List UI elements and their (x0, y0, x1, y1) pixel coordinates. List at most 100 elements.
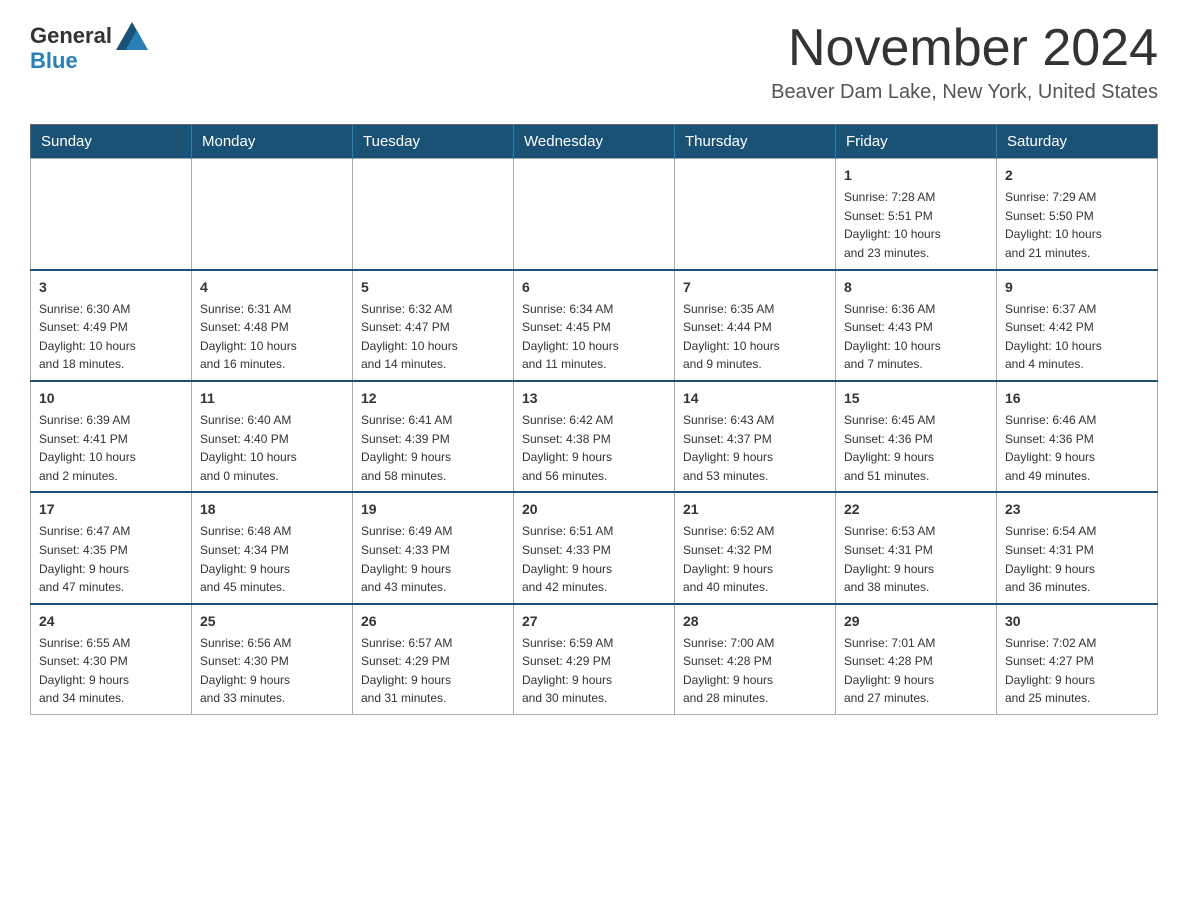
calendar-cell (514, 159, 675, 270)
day-info: Sunrise: 6:30 AM Sunset: 4:49 PM Dayligh… (39, 300, 183, 374)
day-number: 11 (200, 388, 344, 409)
title-area: November 2024 Beaver Dam Lake, New York,… (771, 20, 1158, 104)
calendar-cell: 13Sunrise: 6:42 AM Sunset: 4:38 PM Dayli… (514, 381, 675, 492)
day-number: 13 (522, 388, 666, 409)
calendar-cell: 6Sunrise: 6:34 AM Sunset: 4:45 PM Daylig… (514, 270, 675, 381)
day-info: Sunrise: 6:40 AM Sunset: 4:40 PM Dayligh… (200, 411, 344, 485)
calendar-cell: 7Sunrise: 6:35 AM Sunset: 4:44 PM Daylig… (675, 270, 836, 381)
day-info: Sunrise: 7:29 AM Sunset: 5:50 PM Dayligh… (1005, 188, 1149, 262)
calendar-cell: 24Sunrise: 6:55 AM Sunset: 4:30 PM Dayli… (31, 604, 192, 715)
day-number: 5 (361, 277, 505, 298)
calendar-cell: 17Sunrise: 6:47 AM Sunset: 4:35 PM Dayli… (31, 492, 192, 603)
day-number: 15 (844, 388, 988, 409)
day-number: 14 (683, 388, 827, 409)
day-info: Sunrise: 6:49 AM Sunset: 4:33 PM Dayligh… (361, 522, 505, 596)
day-number: 20 (522, 499, 666, 520)
page-header: General Blue November 2024 Beaver Dam La… (30, 20, 1158, 104)
col-header-saturday: Saturday (997, 125, 1158, 159)
day-number: 26 (361, 611, 505, 632)
day-info: Sunrise: 6:56 AM Sunset: 4:30 PM Dayligh… (200, 634, 344, 708)
day-info: Sunrise: 6:54 AM Sunset: 4:31 PM Dayligh… (1005, 522, 1149, 596)
calendar-cell: 15Sunrise: 6:45 AM Sunset: 4:36 PM Dayli… (836, 381, 997, 492)
logo-icon (116, 20, 148, 52)
calendar-cell: 2Sunrise: 7:29 AM Sunset: 5:50 PM Daylig… (997, 159, 1158, 270)
calendar-header-row: SundayMondayTuesdayWednesdayThursdayFrid… (31, 125, 1158, 159)
calendar-week-3: 10Sunrise: 6:39 AM Sunset: 4:41 PM Dayli… (31, 381, 1158, 492)
day-number: 10 (39, 388, 183, 409)
day-number: 19 (361, 499, 505, 520)
day-info: Sunrise: 6:43 AM Sunset: 4:37 PM Dayligh… (683, 411, 827, 485)
calendar-cell: 28Sunrise: 7:00 AM Sunset: 4:28 PM Dayli… (675, 604, 836, 715)
col-header-thursday: Thursday (675, 125, 836, 159)
calendar-cell: 10Sunrise: 6:39 AM Sunset: 4:41 PM Dayli… (31, 381, 192, 492)
calendar-cell: 3Sunrise: 6:30 AM Sunset: 4:49 PM Daylig… (31, 270, 192, 381)
day-number: 8 (844, 277, 988, 298)
calendar-cell: 19Sunrise: 6:49 AM Sunset: 4:33 PM Dayli… (353, 492, 514, 603)
day-number: 24 (39, 611, 183, 632)
day-number: 16 (1005, 388, 1149, 409)
calendar-cell (675, 159, 836, 270)
calendar-cell (353, 159, 514, 270)
day-number: 25 (200, 611, 344, 632)
day-info: Sunrise: 6:53 AM Sunset: 4:31 PM Dayligh… (844, 522, 988, 596)
location-subtitle: Beaver Dam Lake, New York, United States (771, 81, 1158, 104)
day-number: 6 (522, 277, 666, 298)
calendar-week-2: 3Sunrise: 6:30 AM Sunset: 4:49 PM Daylig… (31, 270, 1158, 381)
col-header-sunday: Sunday (31, 125, 192, 159)
calendar-table: SundayMondayTuesdayWednesdayThursdayFrid… (30, 124, 1158, 715)
calendar-cell: 14Sunrise: 6:43 AM Sunset: 4:37 PM Dayli… (675, 381, 836, 492)
day-info: Sunrise: 6:47 AM Sunset: 4:35 PM Dayligh… (39, 522, 183, 596)
day-number: 1 (844, 165, 988, 186)
day-number: 12 (361, 388, 505, 409)
day-info: Sunrise: 6:42 AM Sunset: 4:38 PM Dayligh… (522, 411, 666, 485)
day-info: Sunrise: 6:32 AM Sunset: 4:47 PM Dayligh… (361, 300, 505, 374)
calendar-cell (31, 159, 192, 270)
calendar-cell: 18Sunrise: 6:48 AM Sunset: 4:34 PM Dayli… (192, 492, 353, 603)
calendar-cell: 27Sunrise: 6:59 AM Sunset: 4:29 PM Dayli… (514, 604, 675, 715)
calendar-cell: 4Sunrise: 6:31 AM Sunset: 4:48 PM Daylig… (192, 270, 353, 381)
calendar-cell: 11Sunrise: 6:40 AM Sunset: 4:40 PM Dayli… (192, 381, 353, 492)
day-info: Sunrise: 7:00 AM Sunset: 4:28 PM Dayligh… (683, 634, 827, 708)
day-info: Sunrise: 6:57 AM Sunset: 4:29 PM Dayligh… (361, 634, 505, 708)
calendar-cell: 23Sunrise: 6:54 AM Sunset: 4:31 PM Dayli… (997, 492, 1158, 603)
day-info: Sunrise: 6:46 AM Sunset: 4:36 PM Dayligh… (1005, 411, 1149, 485)
logo-text-general: General (30, 24, 112, 48)
logo: General Blue (30, 20, 148, 74)
day-info: Sunrise: 6:51 AM Sunset: 4:33 PM Dayligh… (522, 522, 666, 596)
col-header-monday: Monday (192, 125, 353, 159)
day-info: Sunrise: 6:36 AM Sunset: 4:43 PM Dayligh… (844, 300, 988, 374)
day-info: Sunrise: 7:28 AM Sunset: 5:51 PM Dayligh… (844, 188, 988, 262)
day-number: 17 (39, 499, 183, 520)
day-number: 23 (1005, 499, 1149, 520)
day-info: Sunrise: 6:34 AM Sunset: 4:45 PM Dayligh… (522, 300, 666, 374)
day-number: 28 (683, 611, 827, 632)
day-number: 3 (39, 277, 183, 298)
calendar-cell: 20Sunrise: 6:51 AM Sunset: 4:33 PM Dayli… (514, 492, 675, 603)
day-info: Sunrise: 7:02 AM Sunset: 4:27 PM Dayligh… (1005, 634, 1149, 708)
calendar-cell: 1Sunrise: 7:28 AM Sunset: 5:51 PM Daylig… (836, 159, 997, 270)
calendar-cell: 29Sunrise: 7:01 AM Sunset: 4:28 PM Dayli… (836, 604, 997, 715)
day-info: Sunrise: 6:55 AM Sunset: 4:30 PM Dayligh… (39, 634, 183, 708)
calendar-cell: 21Sunrise: 6:52 AM Sunset: 4:32 PM Dayli… (675, 492, 836, 603)
calendar-cell: 22Sunrise: 6:53 AM Sunset: 4:31 PM Dayli… (836, 492, 997, 603)
day-number: 2 (1005, 165, 1149, 186)
day-number: 9 (1005, 277, 1149, 298)
day-info: Sunrise: 6:39 AM Sunset: 4:41 PM Dayligh… (39, 411, 183, 485)
col-header-friday: Friday (836, 125, 997, 159)
calendar-week-5: 24Sunrise: 6:55 AM Sunset: 4:30 PM Dayli… (31, 604, 1158, 715)
day-info: Sunrise: 6:37 AM Sunset: 4:42 PM Dayligh… (1005, 300, 1149, 374)
day-number: 21 (683, 499, 827, 520)
day-info: Sunrise: 6:59 AM Sunset: 4:29 PM Dayligh… (522, 634, 666, 708)
day-info: Sunrise: 6:52 AM Sunset: 4:32 PM Dayligh… (683, 522, 827, 596)
calendar-cell: 16Sunrise: 6:46 AM Sunset: 4:36 PM Dayli… (997, 381, 1158, 492)
day-number: 7 (683, 277, 827, 298)
day-info: Sunrise: 6:35 AM Sunset: 4:44 PM Dayligh… (683, 300, 827, 374)
col-header-wednesday: Wednesday (514, 125, 675, 159)
col-header-tuesday: Tuesday (353, 125, 514, 159)
calendar-cell: 5Sunrise: 6:32 AM Sunset: 4:47 PM Daylig… (353, 270, 514, 381)
day-info: Sunrise: 6:48 AM Sunset: 4:34 PM Dayligh… (200, 522, 344, 596)
calendar-week-4: 17Sunrise: 6:47 AM Sunset: 4:35 PM Dayli… (31, 492, 1158, 603)
day-number: 18 (200, 499, 344, 520)
day-info: Sunrise: 6:31 AM Sunset: 4:48 PM Dayligh… (200, 300, 344, 374)
day-info: Sunrise: 6:45 AM Sunset: 4:36 PM Dayligh… (844, 411, 988, 485)
